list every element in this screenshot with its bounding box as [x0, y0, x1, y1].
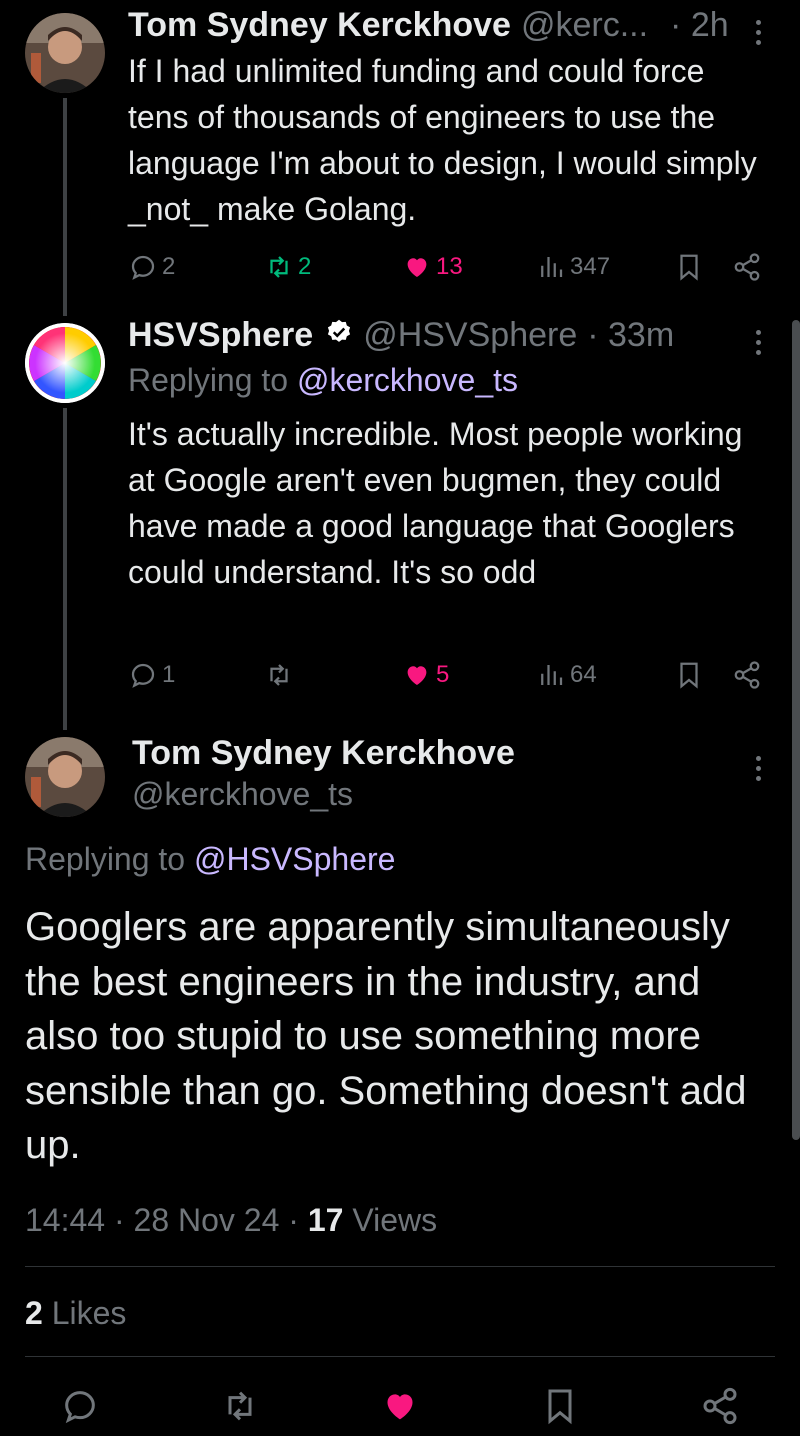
views-button[interactable]: 64: [536, 660, 597, 690]
heart-icon[interactable]: [380, 1386, 420, 1426]
views-icon: [541, 665, 563, 685]
replying-to: Replying to @HSVSphere: [25, 841, 396, 878]
likes-label: Likes: [42, 1295, 127, 1331]
tweet-meta: 14:44 · 28 Nov 24 · 17 Views: [25, 1202, 437, 1239]
more-icon[interactable]: [756, 20, 762, 50]
views-count: 17: [307, 1202, 344, 1238]
timestamp[interactable]: · 33m: [587, 316, 674, 355]
reply-icon[interactable]: [60, 1386, 100, 1426]
tweet-header: Tom Sydney Kerckhove @kerc... · 2h: [128, 6, 729, 45]
reply-icon: [131, 255, 155, 280]
divider: [25, 1356, 775, 1357]
more-icon[interactable]: [756, 756, 762, 786]
views-label: Views: [343, 1202, 438, 1238]
avatar[interactable]: [25, 737, 105, 817]
bookmark-button[interactable]: [674, 660, 704, 690]
retweet-button[interactable]: 2: [264, 252, 311, 282]
verified-icon: [328, 319, 351, 342]
replying-to-link[interactable]: @HSVSphere: [194, 841, 395, 878]
retweet-icon: [270, 664, 288, 686]
display-name[interactable]: Tom Sydney Kerckhove: [132, 734, 515, 773]
bookmark-button[interactable]: [674, 252, 704, 282]
thread-line: [63, 408, 67, 730]
timestamp[interactable]: · 2h: [670, 6, 729, 45]
reply-button[interactable]: 2: [128, 252, 175, 282]
share-icon: [734, 661, 760, 689]
retweet-button[interactable]: [264, 660, 298, 690]
tweet-text: If I had unlimited funding and could for…: [128, 53, 757, 227]
views-button[interactable]: 347: [536, 252, 610, 282]
display-name[interactable]: Tom Sydney Kerckhove: [128, 6, 511, 45]
like-count: 13: [436, 253, 463, 280]
handle[interactable]: @kerc...: [521, 6, 648, 45]
retweet-count: 2: [298, 253, 312, 280]
bookmark-icon: [680, 662, 698, 689]
more-icon[interactable]: [756, 330, 762, 360]
views-count: 347: [570, 253, 611, 280]
like-count: 5: [436, 661, 450, 688]
like-button[interactable]: 5: [402, 660, 449, 690]
thread-line: [63, 98, 67, 316]
timestamp[interactable]: 14:44 · 28 Nov 24 ·: [25, 1202, 308, 1239]
reply-count: 2: [162, 253, 176, 280]
share-button[interactable]: [732, 252, 762, 282]
reply-count: 1: [162, 661, 176, 688]
bookmark-icon[interactable]: [540, 1386, 580, 1426]
reply-button[interactable]: 1: [128, 660, 175, 690]
bookmark-icon: [680, 254, 698, 281]
handle[interactable]: @HSVSphere: [363, 316, 577, 355]
avatar[interactable]: [25, 13, 105, 93]
share-icon: [734, 253, 760, 281]
share-icon[interactable]: [700, 1386, 740, 1426]
reply-icon: [131, 663, 155, 688]
avatar[interactable]: [25, 323, 105, 403]
replying-to-link[interactable]: @kerckhove_ts: [297, 362, 518, 399]
scrollbar[interactable]: [792, 320, 800, 1140]
display-name[interactable]: HSVSphere: [128, 316, 313, 355]
retweet-icon[interactable]: [220, 1386, 260, 1426]
views-icon: [541, 257, 563, 277]
tweet-text: Googlers are apparently simultaneously t…: [25, 905, 747, 1167]
tweet-header: HSVSphere @HSVSphere · 33m: [128, 316, 674, 355]
views-count: 64: [570, 661, 597, 688]
like-button[interactable]: 13: [402, 252, 463, 282]
replying-to: Replying to @kerckhove_ts: [128, 362, 518, 399]
tweet-text: It's actually incredible. Most people wo…: [128, 416, 743, 590]
heart-icon: [407, 666, 427, 685]
likes-count: 2: [25, 1295, 43, 1331]
handle[interactable]: @kerckhove_ts: [132, 776, 353, 813]
share-button[interactable]: [732, 660, 762, 690]
divider: [25, 1266, 775, 1267]
heart-icon: [407, 258, 427, 277]
retweet-icon: [270, 256, 288, 278]
likes-summary[interactable]: 2 Likes: [25, 1295, 126, 1332]
